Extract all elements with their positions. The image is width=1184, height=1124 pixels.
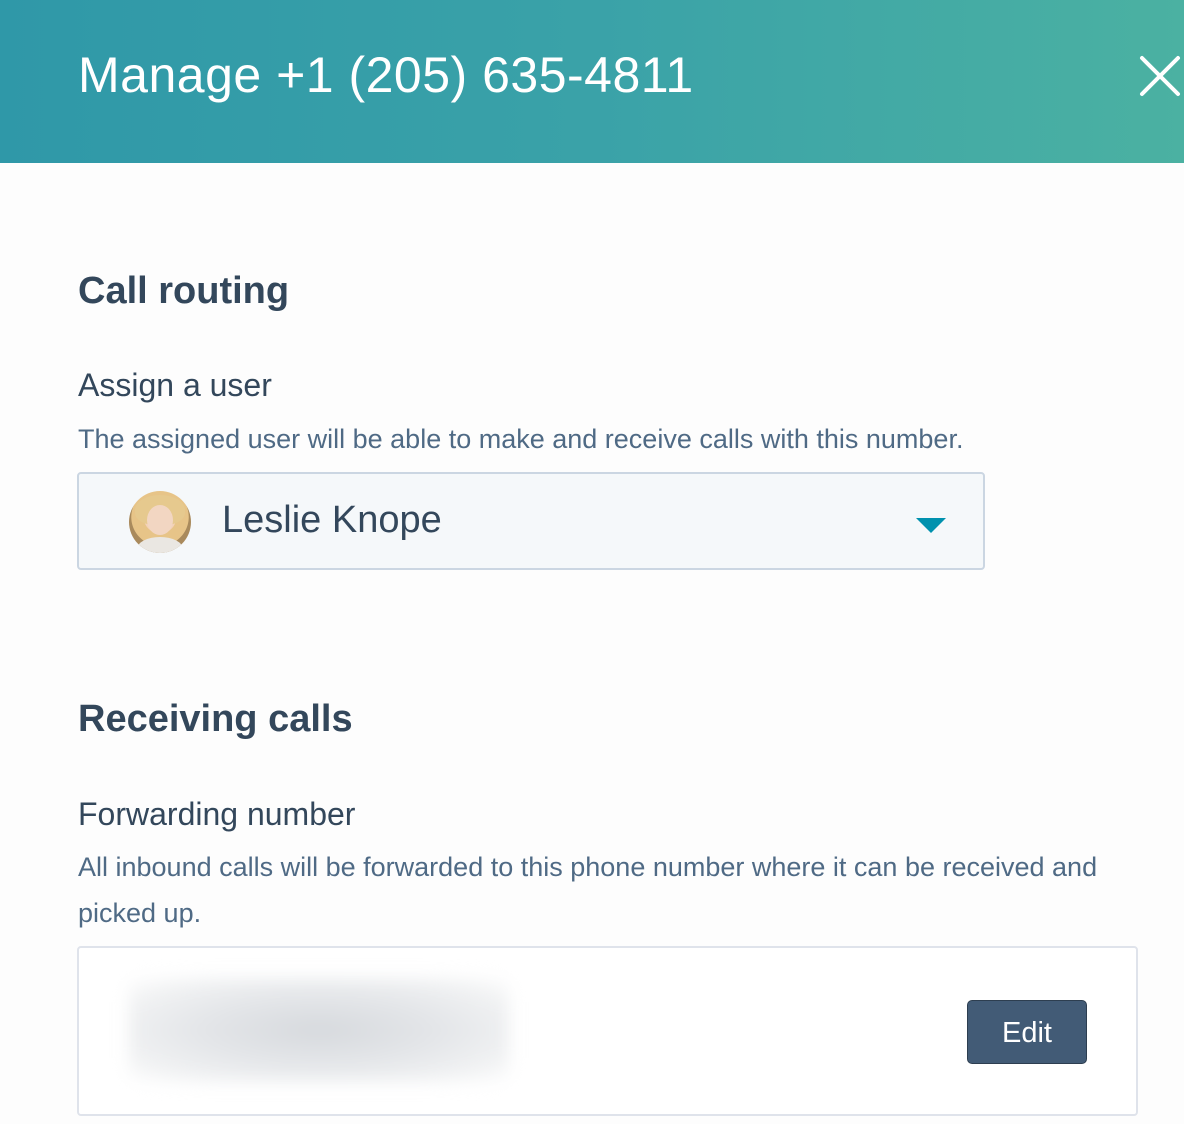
forwarding-number-label: Forwarding number [78,796,356,832]
redacted-phone-number [129,978,509,1082]
panel-title: Manage +1 (205) 635-4811 [78,47,694,103]
assign-user-help-text: The assigned user will be able to make a… [78,424,964,454]
forwarding-number-box: Edit [77,946,1138,1116]
close-icon[interactable] [1136,52,1184,100]
assign-user-select[interactable]: Leslie Knope [77,472,985,570]
forwarding-number-help-text: All inbound calls will be forwarded to t… [78,852,1098,928]
call-routing-heading: Call routing [78,270,290,312]
user-avatar [129,491,191,553]
edit-forwarding-number-button[interactable]: Edit [967,1000,1087,1064]
caret-down-icon [916,518,946,533]
assign-user-label: Assign a user [78,367,272,403]
selected-user-name: Leslie Knope [222,499,442,541]
panel-header: Manage +1 (205) 635-4811 [0,0,1184,163]
receiving-calls-heading: Receiving calls [78,698,353,740]
